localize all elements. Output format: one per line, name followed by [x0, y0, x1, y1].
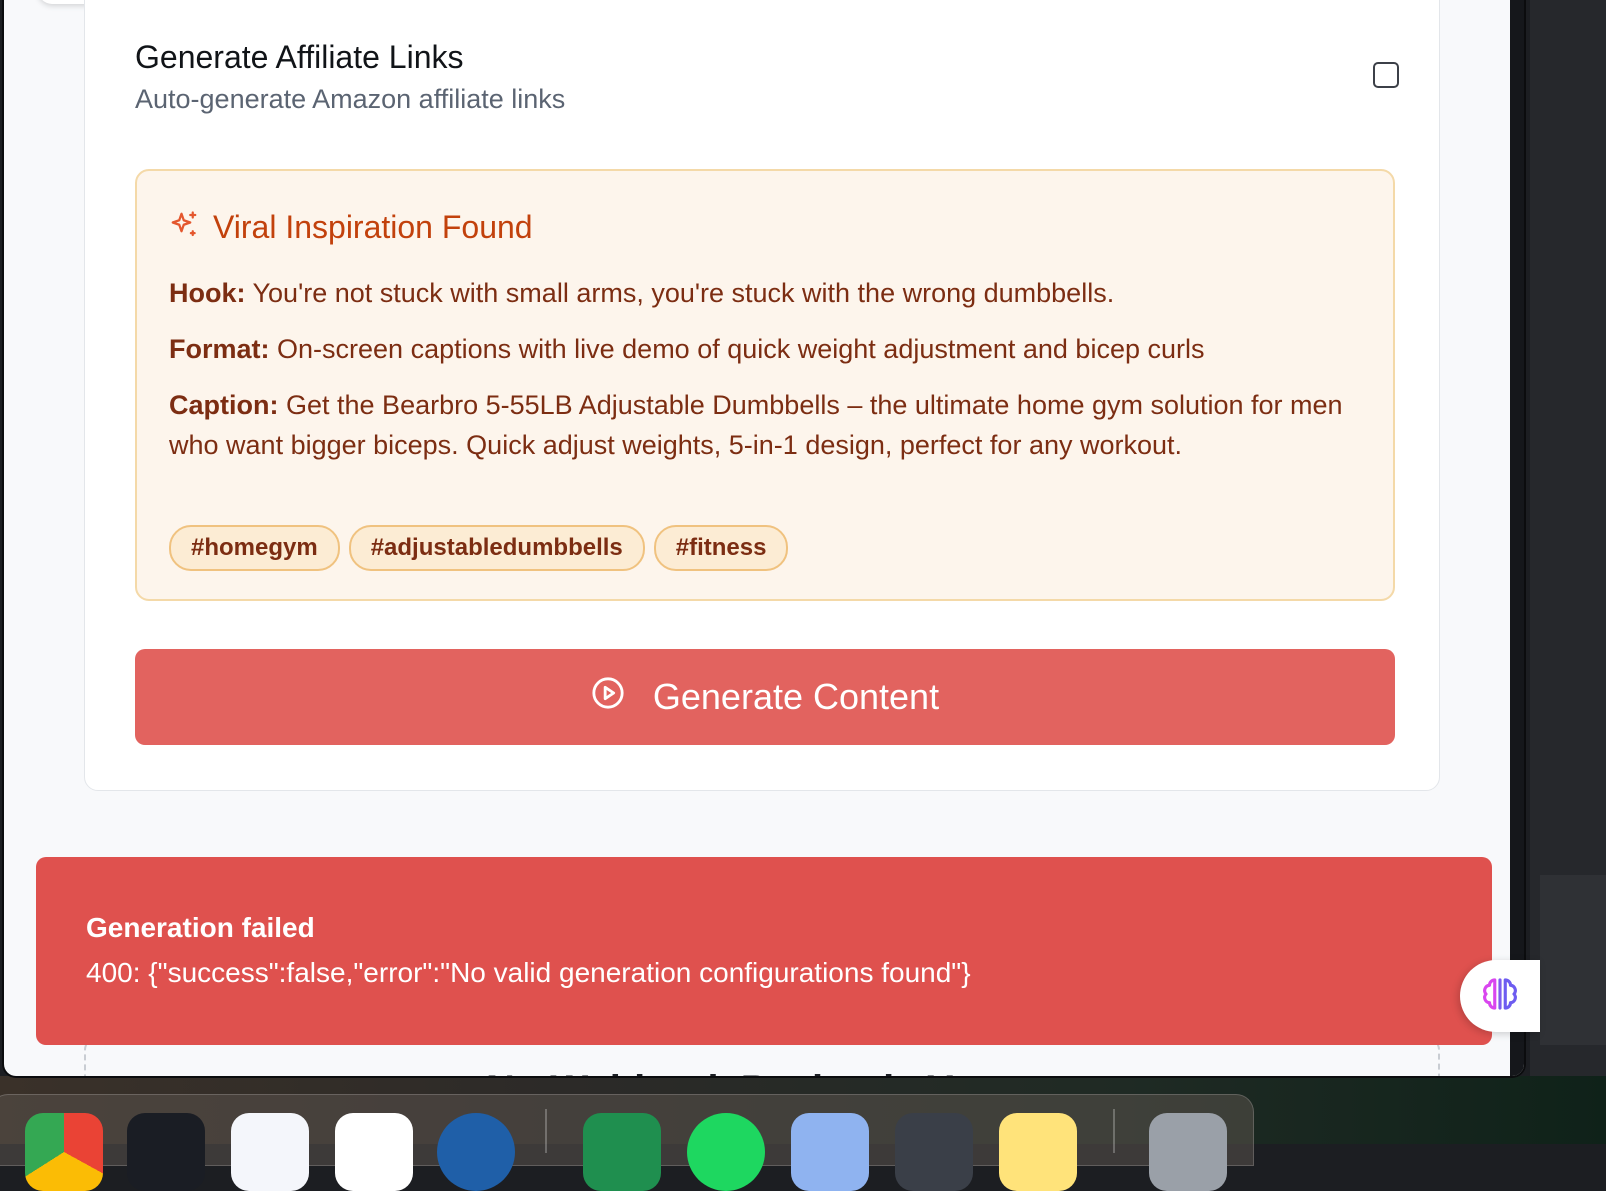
error-toast[interactable]: Generation failed 400: {"success":false,… [36, 857, 1492, 1045]
inspiration-header: Viral Inspiration Found [169, 209, 533, 246]
window-edge [1510, 0, 1524, 1076]
sparkles-icon [169, 210, 199, 245]
assistant-widget-button[interactable] [1460, 960, 1540, 1032]
toast-title: Generation failed [86, 912, 315, 943]
format-text: On-screen captions with live demo of qui… [277, 334, 1205, 364]
hook-line: Hook: You're not stuck with small arms, … [169, 273, 1359, 313]
chrome-icon[interactable] [25, 1113, 103, 1191]
caption-line: Caption: Get the Bearbro 5-55LB Adjustab… [169, 385, 1359, 465]
background-window [1540, 875, 1606, 1045]
trash-icon[interactable] [1149, 1113, 1227, 1191]
generate-content-label: Generate Content [652, 676, 940, 717]
brain-icon [1479, 973, 1521, 1020]
chatgpt-icon[interactable] [335, 1113, 413, 1191]
inspiration-title: Viral Inspiration Found [213, 209, 533, 245]
play-circle-icon [591, 676, 625, 719]
app-icon[interactable] [231, 1113, 309, 1191]
hashtag-badge: #adjustabledumbbells [348, 525, 645, 571]
hashtag-badge: #homegym [169, 525, 340, 571]
spotify-icon[interactable] [687, 1113, 765, 1191]
format-line: Format: On-screen captions with live dem… [169, 329, 1359, 369]
excel-icon[interactable] [583, 1113, 661, 1191]
hook-text: You're not stuck with small arms, you're… [252, 278, 1115, 308]
app-icon[interactable] [127, 1113, 205, 1191]
toast-message: 400: {"success":false,"error":"No valid … [86, 957, 971, 988]
notes-icon[interactable] [999, 1113, 1077, 1191]
hashtag-list: #homegym #adjustabledumbbells #fitness [169, 525, 789, 571]
affiliate-links-description: Auto-generate Amazon affiliate links [135, 84, 566, 114]
hook-label: Hook: [169, 278, 246, 308]
affiliate-links-checkbox[interactable] [1373, 62, 1399, 88]
format-label: Format: [169, 334, 270, 364]
dock-separator [1113, 1109, 1115, 1153]
preview-icon[interactable] [791, 1113, 869, 1191]
affiliate-links-title: Generate Affiliate Links [135, 39, 464, 75]
generate-content-button[interactable]: Generate Content [135, 649, 1395, 745]
hashtag-badge: #fitness [653, 525, 789, 571]
settings-card: Generate Affiliate Links Auto-generate A… [84, 0, 1440, 791]
viral-inspiration-panel: Viral Inspiration Found Hook: You're not… [135, 169, 1395, 601]
caption-label: Caption: [169, 390, 279, 420]
app-icon[interactable] [895, 1113, 973, 1191]
caption-text: Get the Bearbro 5-55LB Adjustable Dumbbe… [169, 390, 1343, 460]
audio-app-icon[interactable] [437, 1113, 515, 1191]
dock-separator [545, 1109, 547, 1153]
empty-state-title: No Webhook Payloads Yet [486, 1068, 987, 1076]
dock [0, 1094, 1254, 1191]
